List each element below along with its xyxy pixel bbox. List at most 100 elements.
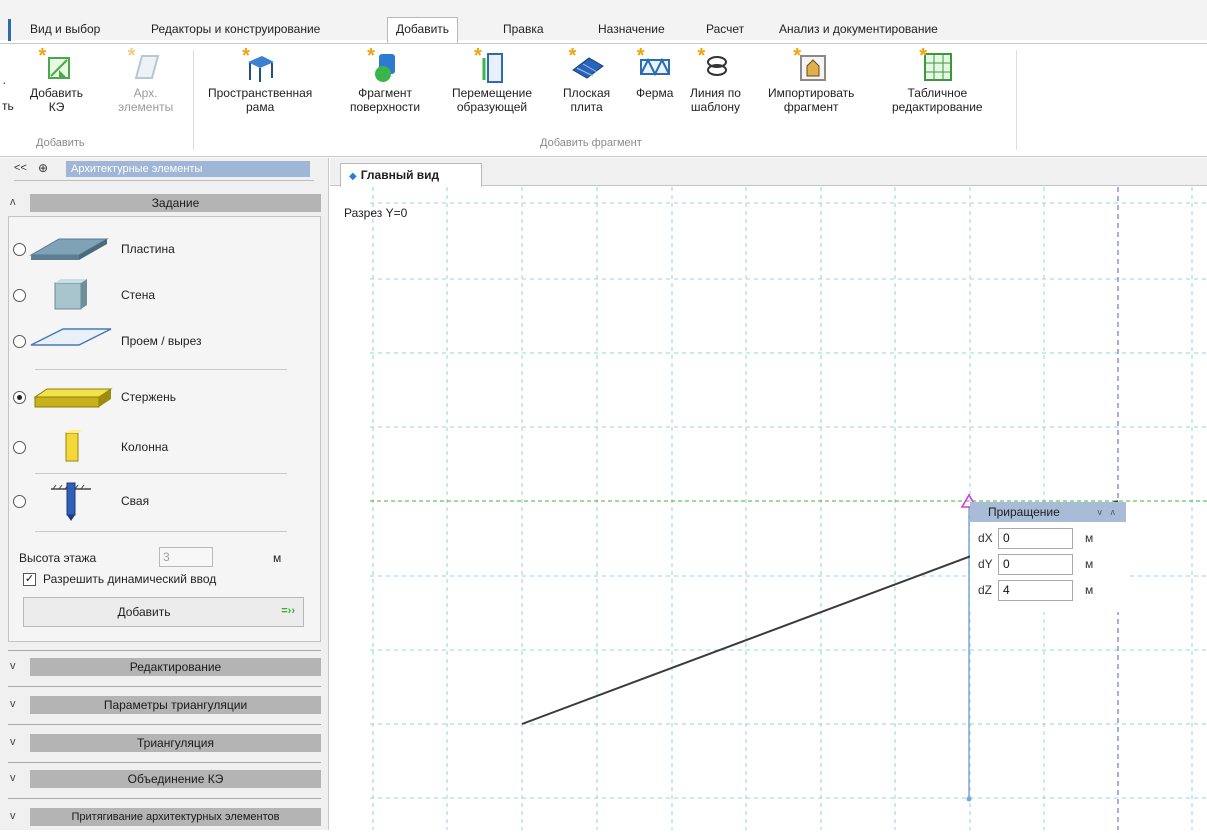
ribbon-cut-label[interactable]: ть <box>2 99 14 113</box>
dy-input[interactable]: 0 <box>998 554 1073 575</box>
wall-icon <box>54 279 87 310</box>
option-wall-label: Стена <box>121 288 156 302</box>
panel-header: << ⊕ Архитектурные элементы <box>0 158 329 181</box>
star-icon: * <box>474 45 482 67</box>
section-merge-fe[interactable]: v Объединение КЭ <box>8 770 321 788</box>
option-bar[interactable]: Стержень <box>9 377 309 417</box>
option-pile[interactable]: Свая <box>9 481 309 521</box>
flat-slab-label: Плоская плита <box>563 86 611 114</box>
add-fe-label: Добавить КЭ <box>30 86 84 114</box>
option-column[interactable]: Колонна <box>9 427 309 467</box>
section-editing-label: Редактирование <box>30 658 321 676</box>
truss-icon: * <box>636 45 673 84</box>
group-label-fragment: Добавить фрагмент <box>540 137 642 149</box>
section-triangulation-params[interactable]: v Параметры триангуляции <box>8 696 321 714</box>
dynamic-input-label: Разрешить динамический ввод <box>43 572 217 586</box>
floor-height-input[interactable] <box>159 547 213 567</box>
increment-header: Приращение v ʌ <box>970 502 1126 522</box>
option-wall[interactable]: Стена <box>9 275 309 315</box>
spatial-frame-button[interactable]: * Пространственная рама <box>208 45 312 114</box>
dx-input[interactable]: 0 <box>998 528 1073 549</box>
dx-unit: м <box>1085 531 1094 545</box>
pin-icon[interactable]: ⊕ <box>38 161 48 175</box>
tab-calc[interactable]: Расчет <box>706 22 744 44</box>
dz-label: dZ <box>978 583 993 597</box>
template-line-button[interactable]: * Линия по шаблону <box>690 46 741 114</box>
pile-icon <box>51 482 91 521</box>
menu-bar: Вид и выбор Редакторы и конструирование … <box>0 0 1207 44</box>
divider <box>8 762 321 763</box>
divider <box>35 369 287 370</box>
tab-add[interactable]: Добавить <box>387 17 459 44</box>
increment-row-dx: dX 0 м <box>978 528 1126 550</box>
radio-pile[interactable] <box>13 495 26 508</box>
chevron-down-icon: v <box>10 736 16 748</box>
surface-fragment-button[interactable]: * Фрагмент поверхности <box>350 46 420 114</box>
radio-bar[interactable] <box>13 391 26 404</box>
section-editing[interactable]: v Редактирование <box>8 658 321 676</box>
radio-opening[interactable] <box>13 335 26 348</box>
section-zadanie-label: Задание <box>30 194 321 212</box>
zadanie-box: Пластина Стена Проем / вырез Стержень Ко… <box>8 216 321 642</box>
template-line-icon: * <box>697 46 733 84</box>
group-separator <box>193 50 194 150</box>
section-zadanie[interactable]: ʌ Задание <box>8 194 321 212</box>
tab-main-view[interactable]: ◆ Главный вид <box>340 163 482 187</box>
radio-plate[interactable] <box>13 243 26 256</box>
menu-accent <box>8 19 11 41</box>
table-edit-button[interactable]: * Табличное редактирование <box>892 45 983 114</box>
arch-elements-button[interactable]: * Арх. элементы <box>118 46 173 114</box>
add-element-button[interactable]: Добавить =›› <box>23 597 304 627</box>
star-icon: * <box>919 45 928 67</box>
star-icon: * <box>242 45 250 67</box>
tab-editors[interactable]: Редакторы и конструирование <box>151 22 320 44</box>
option-plate[interactable]: Пластина <box>9 229 309 269</box>
section-snap-arch-label: Притягивание архитектурных элементов <box>30 808 321 826</box>
star-icon: * <box>636 45 645 67</box>
radio-column[interactable] <box>13 441 26 454</box>
tab-assign[interactable]: Назначение <box>598 22 665 44</box>
generatrix-move-label: Перемещение образующей <box>452 86 532 114</box>
floor-height-unit: м <box>273 551 282 565</box>
column-icon <box>65 430 82 462</box>
divider <box>8 798 321 799</box>
chevron-down-icon: v <box>10 772 16 784</box>
bar-icon <box>33 388 113 408</box>
chevron-down-icon: v <box>10 698 16 710</box>
tab-edit[interactable]: Правка <box>503 22 544 44</box>
dy-unit: м <box>1085 557 1094 571</box>
architectural-elements-panel: << ⊕ Архитектурные элементы ʌ Задание Пл… <box>0 158 329 830</box>
tab-analysis[interactable]: Анализ и документирование <box>779 22 938 44</box>
star-icon: * <box>568 45 577 67</box>
dz-input[interactable]: 4 <box>998 580 1073 601</box>
add-fe-button[interactable]: * Добавить КЭ <box>30 46 84 114</box>
option-opening-label: Проем / вырез <box>121 334 202 348</box>
section-snap-arch[interactable]: v Притягивание архитектурных элементов <box>8 808 321 826</box>
section-triangulation[interactable]: v Триангуляция <box>8 734 321 752</box>
add-element-label: Добавить <box>117 605 171 619</box>
plate-icon <box>29 238 109 260</box>
collapse-panel-button[interactable]: << <box>14 162 27 174</box>
truss-button[interactable]: * Ферма <box>636 45 674 100</box>
star-icon: * <box>793 45 801 67</box>
table-edit-icon: * <box>919 45 955 84</box>
view-tab-strip: ◆ Главный вид <box>330 158 1207 187</box>
divider <box>8 686 321 687</box>
generatrix-move-button[interactable]: * Перемещение образующей <box>452 45 532 114</box>
truss-label: Ферма <box>636 86 674 100</box>
group-separator <box>1016 50 1017 150</box>
flat-slab-button[interactable]: * Плоская плита <box>563 45 611 114</box>
opening-icon <box>30 328 112 346</box>
arch-elements-icon: * <box>128 46 164 84</box>
import-fragment-icon: * <box>793 45 829 84</box>
tab-view-select[interactable]: Вид и выбор <box>30 22 100 44</box>
import-fragment-button[interactable]: * Импортировать фрагмент <box>768 45 854 114</box>
divider <box>35 531 287 532</box>
dynamic-input-checkbox[interactable]: ✓ <box>23 573 36 586</box>
option-bar-label: Стержень <box>121 390 176 404</box>
floor-height-label: Высота этажа <box>19 551 97 565</box>
option-opening[interactable]: Проем / вырез <box>9 321 309 361</box>
option-plate-label: Пластина <box>121 242 175 256</box>
radio-wall[interactable] <box>13 289 26 302</box>
increment-updown-buttons[interactable]: v ʌ <box>1097 507 1118 517</box>
